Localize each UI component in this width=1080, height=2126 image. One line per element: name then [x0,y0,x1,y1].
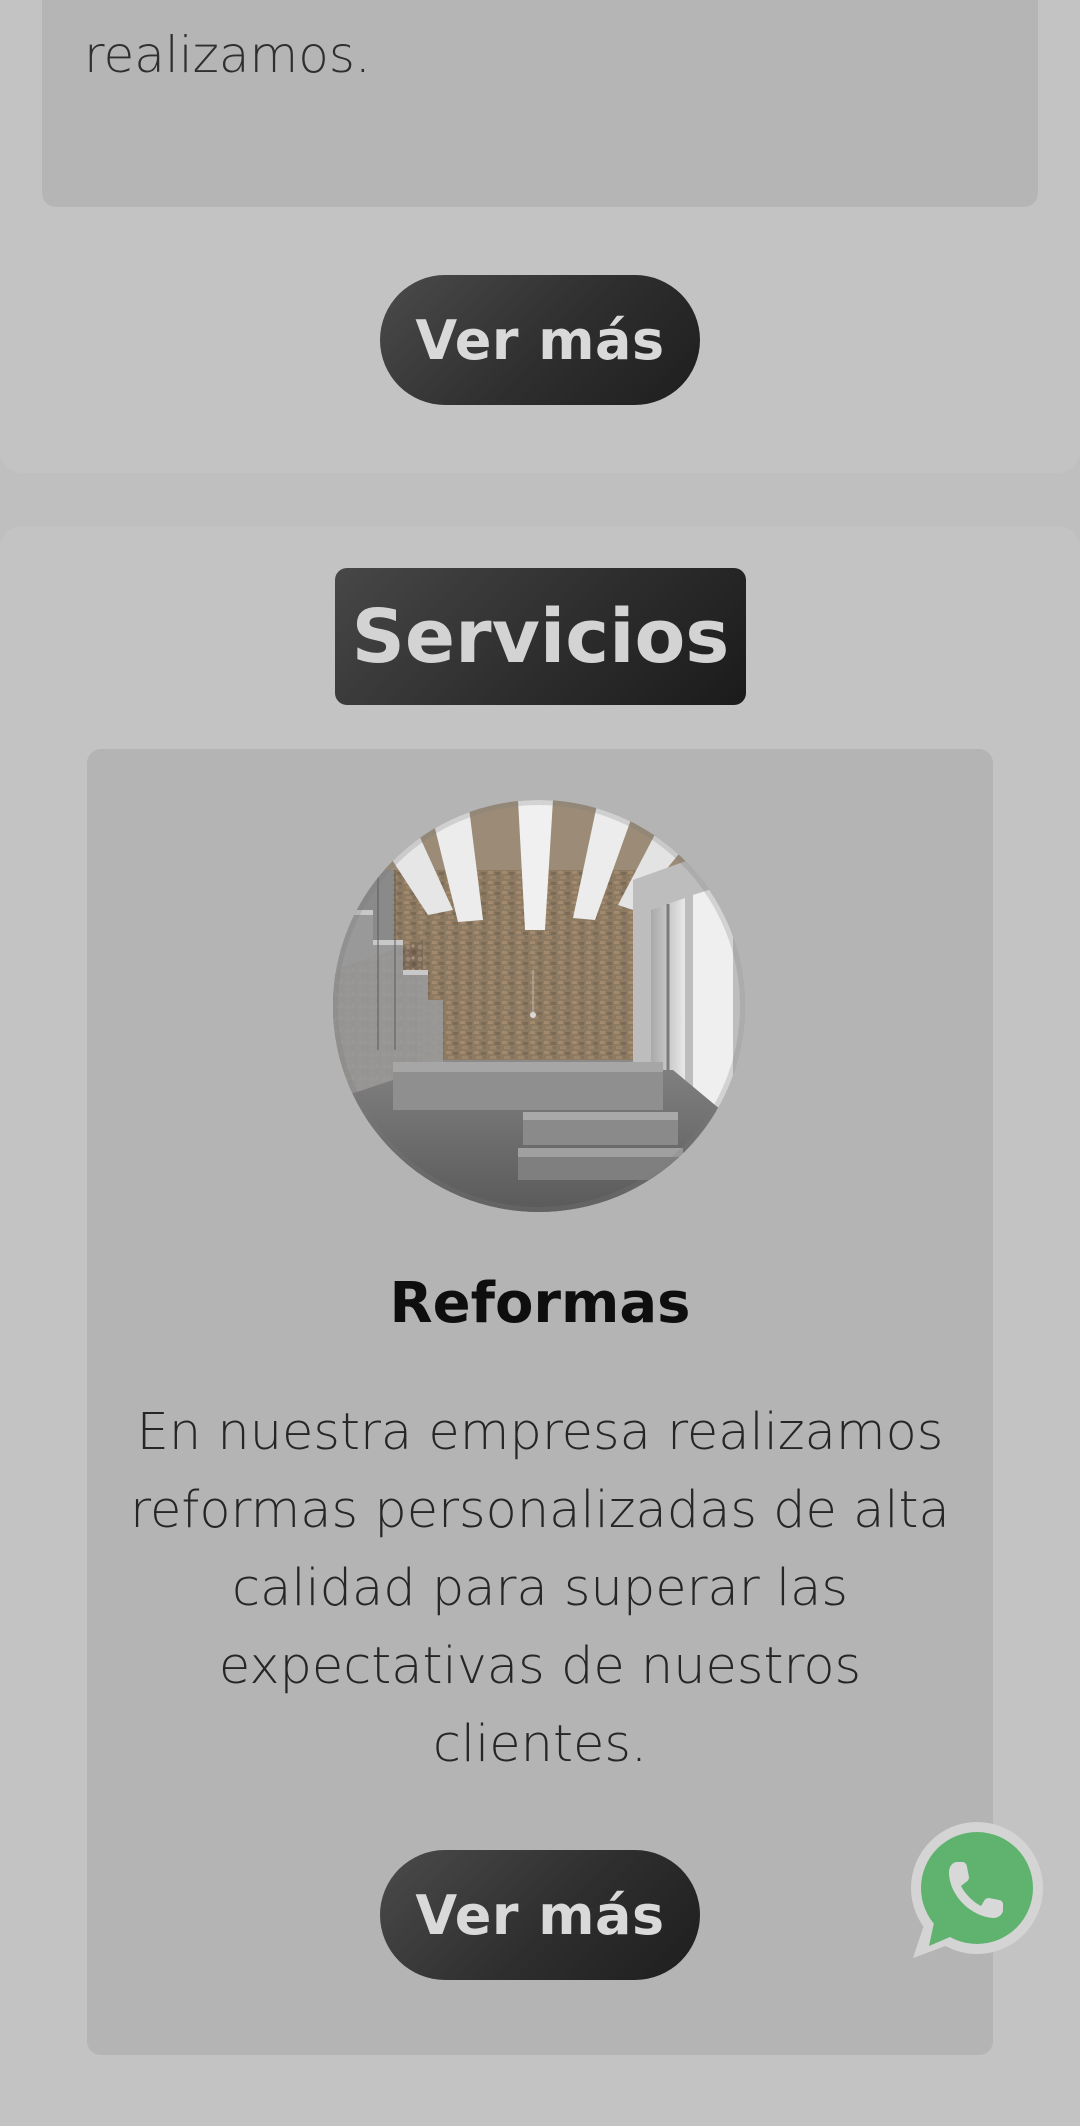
service-description: En nuestra empresa realizamos reformas p… [130,1403,950,1774]
about-ver-mas-button[interactable]: Ver más [380,275,700,405]
about-text-last-line: realizamos. [84,26,371,84]
whatsapp-floating-button[interactable] [905,1822,1045,1962]
service-title: Reformas [389,1271,691,1336]
service-card-reformas: Reformas En nuestra empresa realizamos r… [87,749,993,2055]
interior-photo [333,800,745,1212]
whatsapp-icon [911,1822,1043,1958]
service-ver-mas-button[interactable]: Ver más [380,1850,700,1980]
service-image-reformas [333,800,745,1212]
about-section: y trabajadores en cada trabajo que reali… [0,0,1080,473]
about-text-card: y trabajadores en cada trabajo que reali… [42,0,1038,207]
services-title: Servicios [335,568,746,705]
